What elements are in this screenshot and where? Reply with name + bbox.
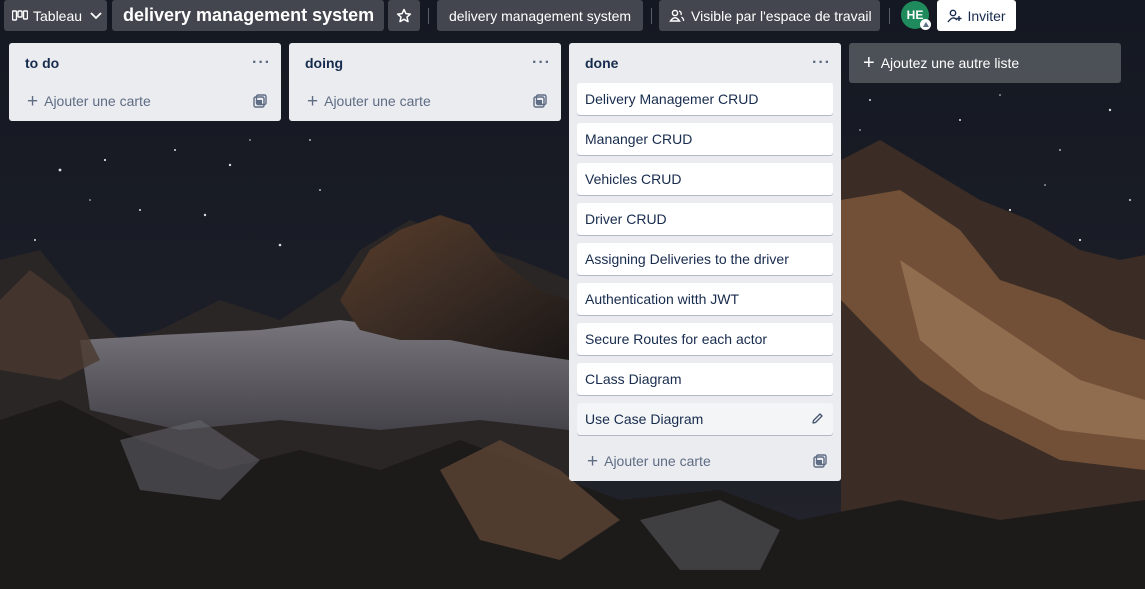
card-title: Assigning Deliveries to the driver	[585, 251, 789, 267]
add-card-button[interactable]: + Ajouter une carte	[577, 443, 833, 479]
card[interactable]: Authentication witth JWT	[577, 283, 833, 315]
list-menu-button[interactable]: ···	[532, 54, 551, 72]
card-title: Authentication witth JWT	[585, 291, 740, 307]
plus-icon: +	[307, 90, 319, 112]
invite-button[interactable]: Inviter	[937, 0, 1016, 31]
add-card-button[interactable]: + Ajouter une carte	[297, 83, 553, 119]
list-todo: to do ··· + Ajouter une carte	[9, 43, 281, 121]
avatar[interactable]: HE	[901, 1, 931, 30]
star-icon	[396, 8, 412, 24]
list-header: doing ···	[289, 43, 561, 83]
header-divider	[889, 8, 890, 24]
board-title[interactable]: delivery management system	[112, 0, 384, 31]
card[interactable]: Delivery Managemer CRUD	[577, 83, 833, 115]
add-card-label: Ajouter une carte	[44, 93, 151, 109]
view-switcher-button[interactable]: Tableau	[4, 0, 107, 31]
list-menu-button[interactable]: ···	[812, 54, 831, 72]
header-divider	[651, 8, 652, 24]
list-header: to do ···	[9, 43, 281, 83]
visibility-button[interactable]: Visible par l'espace de travail	[659, 0, 880, 31]
card-title: Use Case Diagram	[585, 411, 704, 427]
board-icon	[12, 9, 28, 22]
invite-label: Inviter	[967, 7, 1006, 24]
card[interactable]: CLass Diagram	[577, 363, 833, 395]
card[interactable]: Mananger CRUD	[577, 123, 833, 155]
card-title: Delivery Managemer CRUD	[585, 91, 759, 107]
workspace-button[interactable]: delivery management system	[437, 0, 643, 31]
add-card-label: Ajouter une carte	[604, 453, 711, 469]
star-button[interactable]	[388, 0, 420, 31]
board-header: Tableau delivery management system deliv…	[0, 0, 1145, 31]
card-title: Mananger CRUD	[585, 131, 693, 147]
add-card-button[interactable]: + Ajouter une carte	[17, 83, 273, 119]
card-list: Delivery Managemer CRUD Mananger CRUD Ve…	[569, 83, 841, 435]
card[interactable]: Driver CRUD	[577, 203, 833, 235]
plus-icon: +	[863, 52, 875, 74]
list-doing: doing ··· + Ajouter une carte	[289, 43, 561, 121]
list-done: done ··· Delivery Managemer CRUD Manange…	[569, 43, 841, 481]
card[interactable]: Secure Routes for each actor	[577, 323, 833, 355]
list-title[interactable]: doing	[305, 55, 343, 71]
list-header: done ···	[569, 43, 841, 83]
card[interactable]: Vehicles CRUD	[577, 163, 833, 195]
add-user-icon	[947, 9, 962, 23]
card[interactable]: Assigning Deliveries to the driver	[577, 243, 833, 275]
add-list-label: Ajoutez une autre liste	[880, 55, 1020, 71]
template-icon[interactable]	[253, 94, 267, 108]
card[interactable]: Use Case Diagram	[577, 403, 833, 435]
list-menu-button[interactable]: ···	[252, 54, 271, 72]
plus-icon: +	[587, 450, 599, 472]
header-divider	[428, 8, 429, 24]
list-title[interactable]: done	[585, 55, 618, 71]
admin-badge-icon	[920, 19, 931, 30]
view-switcher-label: Tableau	[33, 7, 83, 24]
add-card-label: Ajouter une carte	[324, 93, 431, 109]
chevron-down-icon	[90, 11, 102, 20]
card-title: Vehicles CRUD	[585, 171, 682, 187]
plus-icon: +	[27, 90, 39, 112]
list-title[interactable]: to do	[25, 55, 59, 71]
visibility-label: Visible par l'espace de travail	[691, 7, 872, 24]
pencil-icon[interactable]	[811, 412, 824, 425]
template-icon[interactable]	[813, 454, 827, 468]
card-title: Secure Routes for each actor	[585, 331, 768, 347]
card-title: CLass Diagram	[585, 371, 682, 387]
card-title: Driver CRUD	[585, 211, 667, 227]
template-icon[interactable]	[533, 94, 547, 108]
add-list-button[interactable]: + Ajoutez une autre liste	[849, 43, 1121, 83]
people-icon	[669, 9, 685, 23]
